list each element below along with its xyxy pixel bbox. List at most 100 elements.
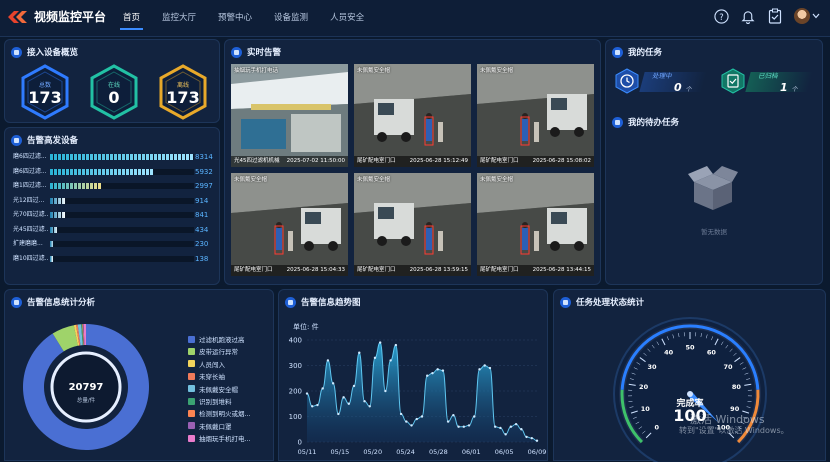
- legend-item[interactable]: 检测到明火或烟...: [188, 408, 251, 418]
- camera-scene: [231, 64, 348, 167]
- camera-alarm-type: 抽烟玩手机打电话: [234, 66, 278, 74]
- panel-title-icon: [11, 135, 22, 146]
- alarm-device-row[interactable]: 光12四过...914: [13, 196, 217, 206]
- device-bar-track: [50, 154, 194, 160]
- alarm-camera-snapshot[interactable]: 未佩戴安全帽尾矿配电室门口2025-06-28 15:04:33: [231, 173, 348, 276]
- device-bar-track: [50, 227, 194, 233]
- legend-item[interactable]: 识别到堆料: [188, 396, 232, 406]
- camera-location: 尾矿配电室门口: [357, 265, 396, 276]
- x-tick-label: 06/05: [495, 448, 514, 456]
- camera-alarm-type: 未佩戴安全帽: [234, 175, 267, 183]
- task-archived[interactable]: 已归档 1 个: [720, 68, 820, 96]
- realtime-alarms-panel: 实时告警 抽烟玩手机打电话光45四过滤机机械2025-07-02 11:50:0…: [224, 39, 601, 285]
- donut-total: 20797: [21, 382, 151, 393]
- trend-point: [379, 341, 381, 343]
- app-logo[interactable]: 视频监控平台: [8, 8, 106, 25]
- device-offline-value: 173: [158, 88, 208, 107]
- legend-swatch: [188, 398, 195, 405]
- alarm-device-row[interactable]: 磨1四过滤...2997: [13, 181, 217, 191]
- y-tick-label: 100: [289, 413, 302, 421]
- panel-title: 任务处理状态统计: [560, 296, 644, 308]
- trend-point: [337, 413, 339, 415]
- trend-point: [457, 426, 459, 428]
- alarm-camera-snapshot[interactable]: 抽烟玩手机打电话光45四过滤机机械2025-07-02 11:50:00: [231, 64, 348, 167]
- y-tick-label: 200: [289, 388, 302, 396]
- alarm-device-row[interactable]: 光45四过滤...434: [13, 225, 217, 235]
- alarm-device-row[interactable]: 磨6四过滤...8314: [13, 152, 217, 162]
- camera-timestamp: 2025-07-02 11:50:00: [287, 156, 345, 167]
- trend-point: [342, 396, 344, 398]
- logo-icon: [8, 10, 30, 24]
- alarm-device-row[interactable]: 磨10四过滤... 138: [13, 254, 217, 264]
- task-archived-label: 已归档: [758, 70, 778, 80]
- legend-label: 未佩戴口罩: [199, 421, 232, 431]
- nav-item-home[interactable]: 首页: [112, 0, 151, 36]
- camera-timestamp: 2025-06-28 13:59:15: [410, 265, 468, 276]
- alarm-camera-snapshot[interactable]: 未佩戴安全帽尾矿配电室门口2025-06-28 15:12:49: [354, 64, 471, 167]
- y-tick-label: 400: [289, 337, 302, 345]
- help-icon[interactable]: ?: [713, 8, 729, 24]
- camera-location: 尾矿配电室门口: [480, 265, 519, 276]
- trend-area: [307, 343, 537, 442]
- trend-point: [525, 436, 527, 438]
- device-name: 光70四过滤...: [13, 210, 49, 220]
- device-value: 138: [195, 254, 208, 264]
- panel-title: 接入设备概览: [11, 46, 78, 58]
- device-name: 磨6四过滤...: [13, 152, 49, 162]
- device-bar-segments: [50, 169, 153, 175]
- alarm-camera-snapshot[interactable]: 未佩戴安全帽尾矿配电室门口2025-06-28 13:44:15: [477, 173, 594, 276]
- empty-box-icon: [686, 162, 740, 212]
- task-processing[interactable]: 处理中 0 个: [614, 68, 714, 96]
- nav-item-monitor-hall[interactable]: 监控大厅: [151, 0, 207, 36]
- device-bar-segments: [50, 198, 66, 204]
- legend-item[interactable]: 未佩戴安全帽: [188, 384, 238, 394]
- legend-item[interactable]: 未穿长袖: [188, 371, 225, 381]
- trend-point: [353, 385, 355, 387]
- chevron-down-icon[interactable]: [812, 8, 820, 24]
- camera-timestamp: 2025-06-28 15:04:33: [287, 265, 345, 276]
- gauge-tick-label: 50: [685, 344, 695, 352]
- trend-point: [484, 364, 486, 366]
- legend-label: 未穿长袖: [199, 371, 225, 381]
- legend-item[interactable]: 过滤机跑液过高: [188, 334, 245, 344]
- watermark-line2: 转到"设置"以激活 Windows。: [679, 425, 789, 436]
- device-name: 磨10四过滤...: [13, 254, 49, 264]
- camera-alarm-type: 未佩戴安全帽: [357, 175, 390, 183]
- gauge-tick-label: 60: [707, 349, 717, 357]
- trend-point: [531, 437, 533, 439]
- trend-point: [473, 415, 475, 417]
- trend-point: [410, 424, 412, 426]
- nav-item-personnel-safety[interactable]: 人员安全: [319, 0, 375, 36]
- clipboard-check-icon[interactable]: [767, 8, 783, 24]
- alarm-device-row[interactable]: 扩建磨磨...230: [13, 239, 217, 249]
- my-tasks-title: 我的任务: [628, 46, 662, 58]
- legend-item[interactable]: 抽烟玩手机打电...: [188, 433, 251, 443]
- completion-gauge: 0102030405060708090100: [610, 314, 770, 462]
- nav-item-device-monitor[interactable]: 设备监测: [263, 0, 319, 36]
- panel-title-icon: [285, 297, 296, 308]
- legend-item[interactable]: 人员闯入: [188, 359, 225, 369]
- trend-point: [363, 400, 365, 402]
- x-tick-label: 05/28: [429, 448, 448, 456]
- alarm-camera-snapshot[interactable]: 未佩戴安全帽尾矿配电室门口2025-06-28 15:08:02: [477, 64, 594, 167]
- panel-title-icon: [612, 47, 623, 58]
- legend-item[interactable]: 皮带运行异常: [188, 346, 238, 356]
- my-todo-title: 我的待办任务: [628, 116, 679, 128]
- gauge-tick-label: 20: [639, 383, 649, 391]
- device-bar-segments: [50, 256, 53, 262]
- device-bar-segments: [50, 183, 102, 189]
- camera-footer: 尾矿配电室门口2025-06-28 15:04:33: [231, 265, 348, 276]
- alarm-device-row[interactable]: 磨6四过滤...5932: [13, 167, 217, 177]
- legend-item[interactable]: 未佩戴口罩: [188, 421, 232, 431]
- donut-total-label: 总量/件: [21, 396, 151, 404]
- camera-timestamp: 2025-06-28 15:08:02: [533, 156, 591, 167]
- nav-item-alert-center[interactable]: 预警中心: [207, 0, 263, 36]
- camera-timestamp: 2025-06-28 15:12:49: [410, 156, 468, 167]
- clock-icon: [614, 68, 640, 94]
- trend-point: [374, 357, 376, 359]
- avatar[interactable]: [794, 8, 810, 24]
- alarm-camera-snapshot[interactable]: 未佩戴安全帽尾矿配电室门口 2025-06-28 13:59:15: [354, 173, 471, 276]
- device-name: 磨6四过滤...: [13, 167, 49, 177]
- alarm-device-row[interactable]: 光70四过滤...841: [13, 210, 217, 220]
- bell-icon[interactable]: [740, 8, 756, 24]
